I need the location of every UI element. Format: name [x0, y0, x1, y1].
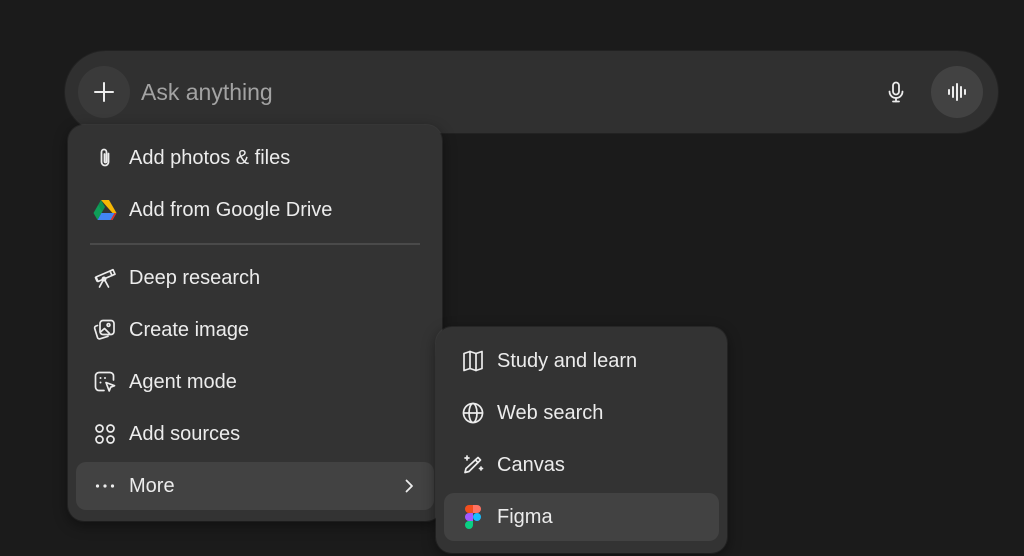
sources-icon	[92, 421, 118, 447]
menu-item-label: Add photos & files	[129, 146, 291, 169]
microphone-icon	[884, 80, 908, 104]
figma-icon	[460, 504, 486, 530]
menu-item-label: Add sources	[129, 422, 241, 445]
book-icon	[460, 348, 486, 374]
menu-item-label: Canvas	[497, 453, 565, 476]
google-drive-icon	[92, 197, 118, 223]
menu-item-create-image[interactable]: Create image	[76, 306, 434, 354]
more-submenu: Study and learn Web search Canvas Figma	[436, 327, 727, 553]
menu-divider	[90, 243, 420, 245]
image-icon	[92, 317, 118, 343]
submenu-item-figma[interactable]: Figma	[444, 493, 719, 541]
menu-item-google-drive[interactable]: Add from Google Drive	[76, 186, 434, 234]
plus-icon	[92, 80, 116, 104]
more-dots-icon	[92, 473, 118, 499]
menu-item-label: Deep research	[129, 266, 261, 289]
menu-item-label: Add from Google Drive	[129, 198, 333, 221]
prompt-input[interactable]	[141, 73, 841, 111]
submenu-item-web-search[interactable]: Web search	[444, 389, 719, 437]
menu-item-label: Create image	[129, 318, 250, 341]
menu-item-label: More	[129, 474, 175, 497]
submenu-item-study-and-learn[interactable]: Study and learn	[444, 337, 719, 385]
voice-waveform-icon	[945, 80, 969, 104]
globe-icon	[460, 400, 486, 426]
agent-cursor-icon	[92, 369, 118, 395]
add-button[interactable]	[78, 66, 130, 118]
menu-item-label: Figma	[497, 505, 553, 528]
menu-item-add-sources[interactable]: Add sources	[76, 410, 434, 458]
menu-item-more[interactable]: More	[76, 462, 434, 510]
dictate-button[interactable]	[877, 73, 915, 111]
paperclip-icon	[92, 145, 118, 171]
chevron-right-icon	[398, 475, 420, 497]
menu-item-deep-research[interactable]: Deep research	[76, 254, 434, 302]
voice-mode-button[interactable]	[931, 66, 983, 118]
menu-item-label: Study and learn	[497, 349, 638, 372]
attach-menu: Add photos & files Add from Google Drive	[68, 125, 442, 521]
menu-item-label: Web search	[497, 401, 604, 424]
menu-item-add-photos-files[interactable]: Add photos & files	[76, 134, 434, 182]
submenu-item-canvas[interactable]: Canvas	[444, 441, 719, 489]
pen-sparkle-icon	[460, 452, 486, 478]
telescope-icon	[92, 265, 118, 291]
app-stage: Add photos & files Add from Google Drive	[0, 0, 1024, 556]
menu-item-agent-mode[interactable]: Agent mode	[76, 358, 434, 406]
prompt-composer	[65, 51, 998, 133]
menu-item-label: Agent mode	[129, 370, 237, 393]
